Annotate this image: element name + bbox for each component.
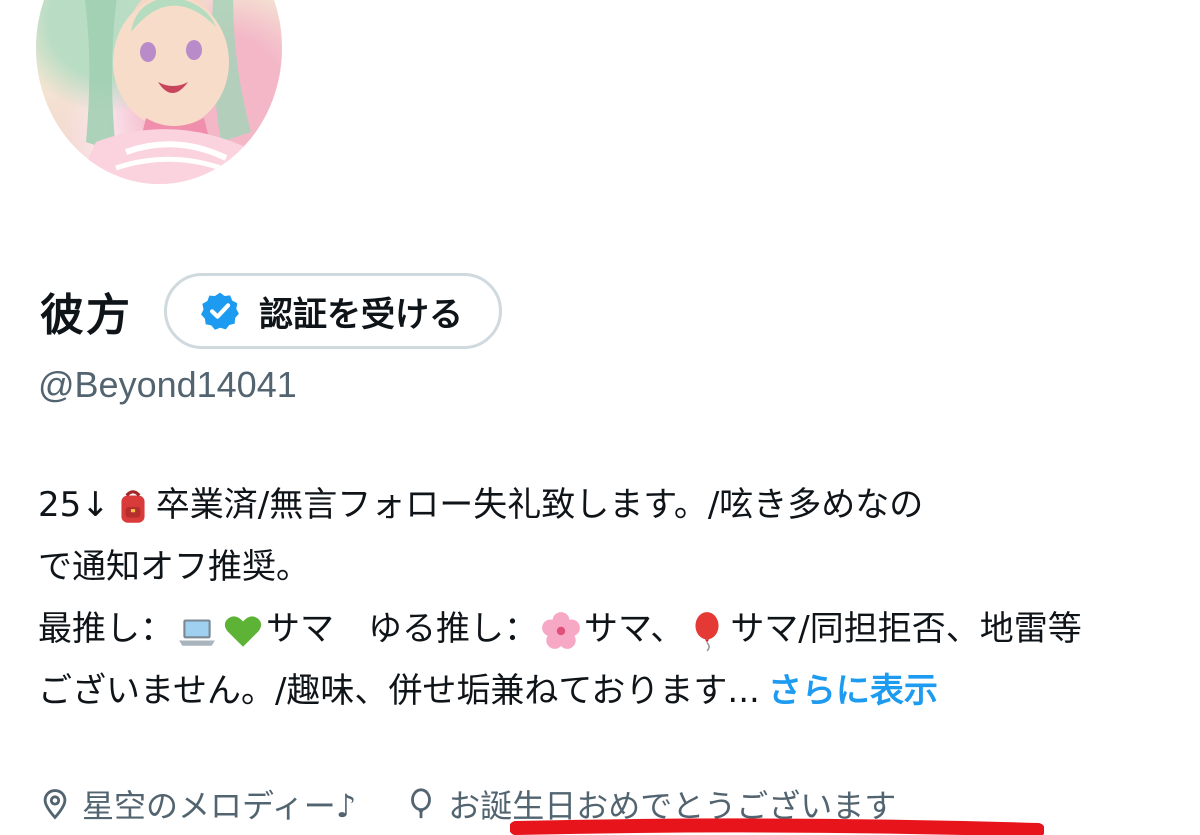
profile-name-row: 彼方 認証を受ける (40, 270, 502, 352)
get-verified-label: 認証を受ける (259, 294, 463, 335)
cherry-blossom-emoji (542, 611, 580, 649)
red-highlight-mark (510, 818, 1044, 835)
red-balloon-emoji (695, 611, 719, 652)
avatar-illustration (76, 0, 266, 184)
bio-text: 最推し： (38, 609, 174, 649)
get-verified-button[interactable]: 認証を受ける (164, 273, 502, 349)
green-heart-emoji (224, 615, 262, 647)
display-name: 彼方 (40, 290, 132, 341)
profile-bio: 25↓ 卒業済/無言フォロー失礼致します。/呟き多めなの で通知オフ推奨。 最推… (38, 474, 1168, 722)
bio-text: サマ/同担拒否、地雷等 (730, 609, 1082, 649)
avatar[interactable] (36, 0, 282, 184)
location-text: 星空のメロディー♪ (82, 787, 357, 825)
laptop-emoji (179, 618, 215, 646)
user-handle: @Beyond14041 (38, 364, 297, 405)
bio-text: サマ、 (584, 609, 685, 649)
location-item: 星空のメロディー♪ (38, 781, 356, 827)
bio-line-1: 25↓ 卒業済/無言フォロー失礼致します。/呟き多めなの (38, 474, 1168, 536)
bio-text: 卒業済/無言フォロー失礼致します。/呟き多めなの (155, 485, 924, 525)
bio-text: サマ ゆる推し： (266, 609, 538, 649)
bio-line-2: で通知オフ推奨。 (38, 547, 310, 587)
balloon-icon (411, 788, 432, 819)
show-more-link[interactable]: さらに表示 (768, 671, 938, 711)
backpack-emoji (121, 489, 145, 523)
verified-badge-icon (201, 292, 239, 330)
location-pin-icon (43, 789, 67, 820)
bio-text: ございません。/趣味、併せ垢兼ねております... (38, 671, 760, 711)
bio-line-3: 最推し： サマ ゆる推し： サマ、 サマ/同担拒否、地雷等 (38, 598, 1168, 660)
bio-text: 25↓ (38, 485, 110, 525)
bio-line-4: ございません。/趣味、併せ垢兼ねております... さらに表示 (38, 660, 1168, 722)
